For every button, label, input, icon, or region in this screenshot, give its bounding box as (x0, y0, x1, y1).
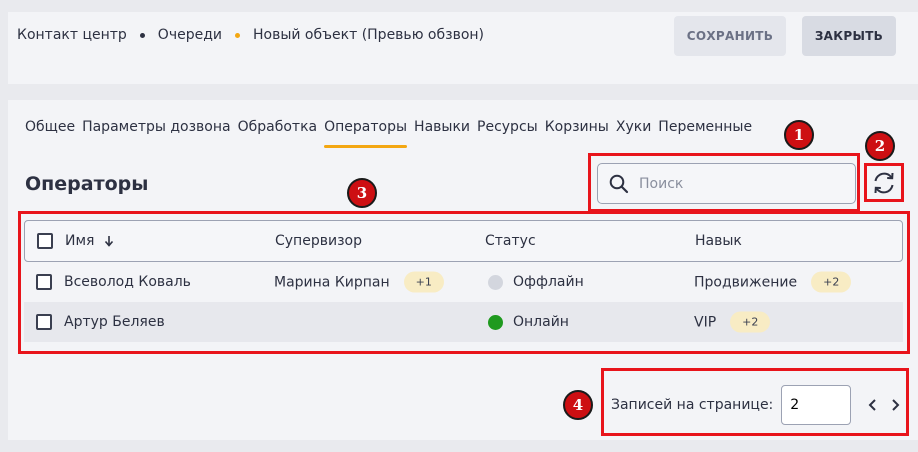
breadcrumb: Контакт центр Очереди Новый объект (Прев… (17, 27, 484, 43)
tab-general[interactable]: Общее (25, 119, 75, 135)
page-title: Операторы (25, 173, 149, 195)
tab-baskets[interactable]: Корзины (545, 119, 609, 135)
tab-hooks[interactable]: Хуки (616, 119, 651, 135)
annotation-badge-3: 3 (347, 178, 377, 208)
tab-bar: Общее Параметры дозвона Обработка Операт… (25, 119, 759, 148)
tab-processing[interactable]: Обработка (238, 119, 318, 135)
tab-skills[interactable]: Навыки (414, 119, 470, 135)
tab-resources[interactable]: Ресурсы (477, 119, 538, 135)
annotation-badge-1: 1 (784, 120, 814, 150)
save-button[interactable]: Сохранить (674, 16, 786, 56)
breadcrumb-item-queues[interactable]: Очереди (158, 27, 222, 43)
annotation-badge-2: 2 (865, 131, 895, 161)
tab-dial-params[interactable]: Параметры дозвона (82, 119, 231, 135)
breadcrumb-separator (234, 32, 240, 38)
breadcrumb-separator (139, 32, 145, 38)
annotation-badge-4: 4 (563, 390, 593, 420)
breadcrumb-item-contact-center[interactable]: Контакт центр (17, 27, 127, 43)
annotation-box-pagination (601, 368, 909, 436)
tab-variables[interactable]: Переменные (658, 119, 752, 135)
annotation-box-table (18, 211, 910, 354)
tab-operators[interactable]: Операторы (324, 119, 407, 148)
close-button[interactable]: Закрыть (802, 16, 896, 56)
breadcrumb-item-current: Новый объект (Превью обзвон) (252, 27, 484, 43)
annotation-box-search (588, 153, 860, 212)
annotation-box-refresh (864, 163, 904, 202)
